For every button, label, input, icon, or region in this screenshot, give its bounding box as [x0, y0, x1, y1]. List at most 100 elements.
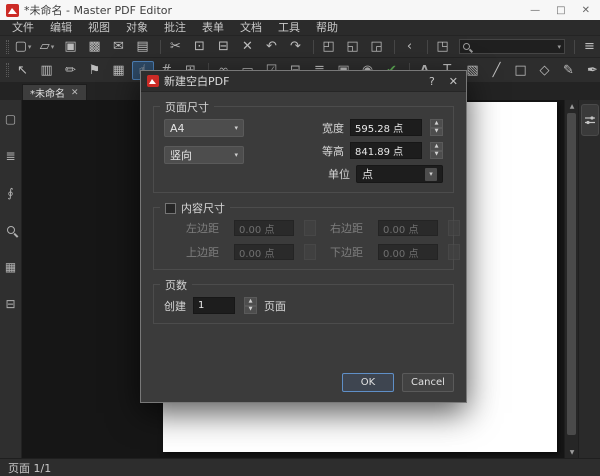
width-stepper[interactable]: ▲ ▼	[430, 119, 443, 136]
icon-glyph: ▢	[5, 112, 16, 126]
toolbar-separator	[157, 37, 162, 56]
select-tool[interactable]: ↖	[12, 61, 34, 80]
content-size-checkbox[interactable]	[165, 203, 176, 214]
title-bar: *未命名 - Master PDF Editor — □ ✕	[0, 0, 600, 20]
pen-tool[interactable]: ✒	[582, 61, 600, 80]
previous-view-button[interactable]: ‹	[399, 37, 421, 56]
thumbnails-panel-button[interactable]: ▢	[2, 108, 20, 130]
margin-label: 下边距	[330, 244, 368, 260]
icon-glyph: ▥	[40, 64, 52, 77]
ok-button[interactable]: OK	[342, 373, 394, 392]
vertical-scrollbar[interactable]: ▲ ▼	[564, 100, 578, 458]
icon-glyph: ▱	[40, 40, 50, 53]
pencil-tool[interactable]: ✎	[558, 61, 580, 80]
paste-button[interactable]: ⊟	[213, 37, 235, 56]
search-panel-button[interactable]	[2, 219, 20, 241]
margins-grid: 左边距 0.00 点 右边距 0.00 点 上边距	[164, 220, 443, 260]
pages-label: 页面	[264, 298, 286, 314]
menu-document[interactable]: 文档	[232, 20, 270, 36]
toolbar-drag-handle[interactable]	[4, 61, 10, 80]
menu-edit[interactable]: 编辑	[42, 20, 80, 36]
window-title: *未命名 - Master PDF Editor	[24, 2, 172, 18]
icon-glyph: ✉	[113, 40, 124, 53]
open-document-button[interactable]: ▱▾	[36, 37, 58, 56]
rectangle-tool[interactable]: □	[510, 61, 532, 80]
fit-page-button[interactable]: ◳	[432, 37, 454, 56]
height-label: 等高	[322, 143, 344, 159]
maximize-button[interactable]: □	[556, 5, 565, 16]
margin-value-field: 0.00 点	[378, 244, 438, 260]
delete-button[interactable]: ✕	[237, 37, 259, 56]
main-toolbar: ▢▾▱▾▣▩ ✉ ▤ ✂⊡⊟✕↶↷ ◰ ◱◲ ‹ ◳ ▾ ≡	[0, 36, 600, 58]
save-button[interactable]: ▣	[60, 37, 82, 56]
menu-object[interactable]: 对象	[118, 20, 156, 36]
page-layout-facing-button[interactable]: ◲	[366, 37, 388, 56]
page-count-field[interactable]: 1	[193, 297, 235, 314]
copy-button[interactable]: ⊡	[189, 37, 211, 56]
icon-glyph: ◰	[322, 40, 334, 53]
redo-button[interactable]: ↷	[285, 37, 307, 56]
search-dropdown-caret-icon[interactable]: ▾	[557, 43, 561, 51]
scroll-down-icon[interactable]: ▼	[565, 446, 579, 458]
scrollbar-thumb[interactable]	[567, 113, 576, 435]
menu-tools[interactable]: 工具	[270, 20, 308, 36]
unit-select[interactable]: 点 ▾	[356, 165, 443, 183]
spin-up-icon[interactable]: ▲	[430, 142, 443, 151]
spin-down-icon[interactable]: ▼	[430, 151, 443, 160]
height-field[interactable]: 841.89 点	[350, 142, 422, 159]
spin-down-icon[interactable]: ▼	[244, 306, 257, 315]
menu-view[interactable]: 视图	[80, 20, 118, 36]
polygon-tool[interactable]: ◇	[534, 61, 556, 80]
menu-annotate[interactable]: 批注	[156, 20, 194, 36]
signatures-panel-button[interactable]: ⊟	[2, 293, 20, 315]
dialog-help-button[interactable]: ?	[429, 75, 435, 88]
page-count-stepper[interactable]: ▲ ▼	[244, 297, 257, 314]
page-layout-single-button[interactable]: ◰	[318, 37, 340, 56]
toolbar-drag-handle[interactable]	[4, 37, 10, 56]
margin-value-field: 0.00 点	[234, 244, 294, 260]
bookmarks-panel-button[interactable]: ≣	[2, 145, 20, 167]
properties-panel-button[interactable]	[581, 104, 599, 136]
page-format-select[interactable]: A4 ▾	[164, 119, 244, 137]
edit-document-tool[interactable]: ✏	[60, 61, 82, 80]
toolbar-search-box[interactable]: ▾	[459, 39, 565, 54]
icon-glyph: ▦	[5, 260, 16, 274]
close-button[interactable]: ✕	[582, 5, 590, 16]
print-button[interactable]: ▤	[132, 37, 154, 56]
email-button[interactable]: ✉	[108, 37, 130, 56]
height-stepper[interactable]: ▲ ▼	[430, 142, 443, 159]
menu-file[interactable]: 文件	[4, 20, 42, 36]
document-tab[interactable]: *未命名 ✕	[22, 84, 87, 100]
dialog-title-bar[interactable]: 新建空白PDF ? ✕	[141, 71, 466, 92]
width-field[interactable]: 595.28 点	[350, 119, 422, 136]
page-layout-continuous-button[interactable]: ◱	[342, 37, 364, 56]
spin-up-icon[interactable]: ▲	[430, 119, 443, 128]
line-tool[interactable]: ╱	[486, 61, 508, 80]
tab-close-icon[interactable]: ✕	[71, 88, 79, 98]
edit-forms-tool[interactable]: ▦	[108, 61, 130, 80]
app-window: *未命名 - Master PDF Editor — □ ✕ 文件编辑视图对象批…	[0, 0, 600, 476]
cut-button[interactable]: ✂	[165, 37, 187, 56]
orientation-select[interactable]: 竖向 ▾	[164, 146, 244, 164]
top-margin-field: 上边距 0.00 点	[186, 244, 316, 260]
search-input[interactable]	[470, 41, 557, 52]
cancel-button[interactable]: Cancel	[402, 373, 454, 392]
menu-help[interactable]: 帮助	[308, 20, 346, 36]
layers-panel-button[interactable]: ▦	[2, 256, 20, 278]
new-document-button[interactable]: ▢▾	[12, 37, 34, 56]
main-menu-button[interactable]: ≡	[579, 37, 600, 56]
page-view-button[interactable]: ▥	[36, 61, 58, 80]
save-as-button[interactable]: ▩	[84, 37, 106, 56]
select-text-tool[interactable]: ⚑	[84, 61, 106, 80]
spin-down-icon[interactable]: ▼	[430, 128, 443, 137]
undo-button[interactable]: ↶	[261, 37, 283, 56]
icon-glyph: ◇	[540, 64, 550, 77]
spin-up-icon[interactable]: ▲	[244, 297, 257, 306]
scroll-up-icon[interactable]: ▲	[565, 100, 579, 112]
menu-bar: 文件编辑视图对象批注表单文档工具帮助	[0, 20, 600, 36]
menu-forms[interactable]: 表单	[194, 20, 232, 36]
minimize-button[interactable]: —	[530, 5, 540, 16]
dialog-close-button[interactable]: ✕	[449, 75, 458, 88]
attachments-panel-button[interactable]: ∮	[2, 182, 20, 204]
sliders-icon	[584, 114, 596, 126]
